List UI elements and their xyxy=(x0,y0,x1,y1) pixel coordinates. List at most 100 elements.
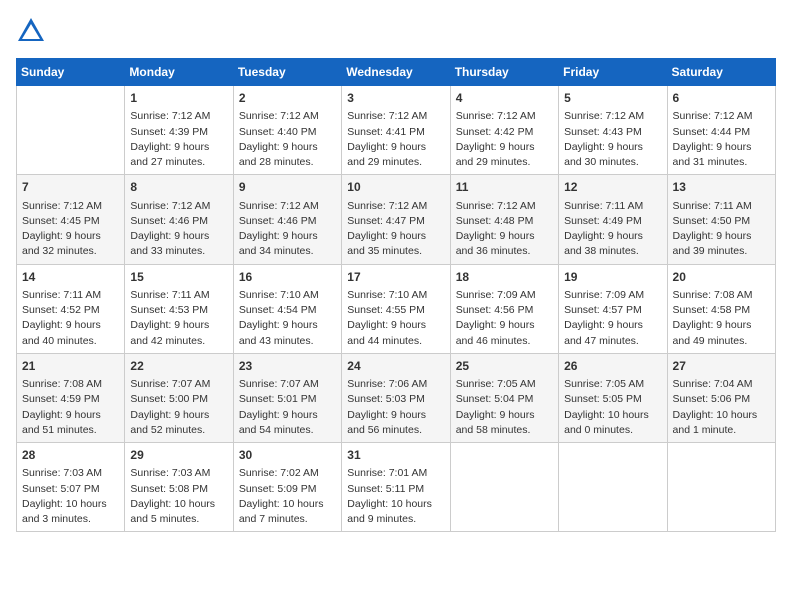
day-detail-line: Daylight: 9 hours xyxy=(239,229,336,244)
day-detail-line: Sunrise: 7:12 AM xyxy=(564,109,661,124)
day-detail-line: Sunrise: 7:04 AM xyxy=(673,377,770,392)
calendar-cell: 18Sunrise: 7:09 AMSunset: 4:56 PMDayligh… xyxy=(450,264,558,353)
day-detail-line: Sunrise: 7:11 AM xyxy=(130,288,227,303)
day-detail-line: Sunrise: 7:12 AM xyxy=(130,109,227,124)
day-detail-line: Sunset: 5:05 PM xyxy=(564,392,661,407)
calendar-week-row: 21 Sunrise: 7:08 AMSunset: 4:59 PM Dayligh… xyxy=(17,353,776,442)
calendar-cell: 5Sunrise: 7:12 AMSunset: 4:43 PMDaylight… xyxy=(559,86,667,175)
calendar-cell: 31Sunrise: 7:01 AMSunset: 5:11 PMDayligh… xyxy=(342,443,450,532)
day-detail-line: Sunset: 4:45 PM xyxy=(22,214,119,229)
calendar-cell: 29Sunrise: 7:03 AMSunset: 5:08 PMDayligh… xyxy=(125,443,233,532)
day-number: 27 xyxy=(673,358,770,375)
calendar-cell: 14Sunrise: 7:11 AMSunset: 4:52 PMDayligh… xyxy=(17,264,125,353)
day-detail-line: and 3 minutes. xyxy=(22,512,119,527)
day-detail-line: Sunrise: 7:05 AM xyxy=(456,377,553,392)
day-detail-line: Sunset: 4:59 PM xyxy=(22,392,119,407)
day-detail-line: and 33 minutes. xyxy=(130,244,227,259)
day-detail-line: and 42 minutes. xyxy=(130,334,227,349)
day-number: 23 xyxy=(239,358,336,375)
day-detail-line: and 28 minutes. xyxy=(239,155,336,170)
calendar-header-row: SundayMondayTuesdayWednesdayThursdayFrid… xyxy=(17,59,776,86)
day-number: 20 xyxy=(673,269,770,286)
day-number: 10 xyxy=(347,179,444,196)
day-number: 5 xyxy=(564,90,661,107)
day-detail-line: Sunset: 4:41 PM xyxy=(347,125,444,140)
day-detail-line: Sunrise: 7:12 AM xyxy=(22,199,119,214)
day-number: 12 xyxy=(564,179,661,196)
day-detail-line: Sunrise: 7:07 AM xyxy=(239,377,336,392)
day-detail-line: and 0 minutes. xyxy=(564,423,661,438)
calendar-week-row: 7Sunrise: 7:12 AMSunset: 4:45 PMDaylight… xyxy=(17,175,776,264)
calendar-cell xyxy=(450,443,558,532)
day-detail-line: and 1 minute. xyxy=(673,423,770,438)
day-detail-line: Sunset: 4:49 PM xyxy=(564,214,661,229)
day-detail-line: Daylight: 9 hours xyxy=(130,408,227,423)
day-number: 21 xyxy=(22,358,119,375)
day-detail-line: Sunrise: 7:12 AM xyxy=(347,109,444,124)
calendar-table: SundayMondayTuesdayWednesdayThursdayFrid… xyxy=(16,58,776,532)
day-number: 8 xyxy=(130,179,227,196)
day-number: 30 xyxy=(239,447,336,464)
calendar-cell: 4Sunrise: 7:12 AMSunset: 4:42 PMDaylight… xyxy=(450,86,558,175)
day-detail-line: and 27 minutes. xyxy=(130,155,227,170)
day-detail-line: Daylight: 10 hours xyxy=(239,497,336,512)
calendar-cell xyxy=(559,443,667,532)
day-detail-line: Sunset: 4:50 PM xyxy=(673,214,770,229)
day-detail-line: Daylight: 9 hours xyxy=(456,229,553,244)
calendar-cell: 3Sunrise: 7:12 AMSunset: 4:41 PMDaylight… xyxy=(342,86,450,175)
day-detail-line: and 56 minutes. xyxy=(347,423,444,438)
day-detail-line: Daylight: 9 hours xyxy=(673,318,770,333)
day-number: 11 xyxy=(456,179,553,196)
day-detail-line: Sunset: 4:46 PM xyxy=(130,214,227,229)
calendar-week-row: 1Sunrise: 7:12 AMSunset: 4:39 PMDaylight… xyxy=(17,86,776,175)
day-detail-line: Sunset: 4:56 PM xyxy=(456,303,553,318)
day-detail-line: Daylight: 9 hours xyxy=(564,140,661,155)
day-detail-line: Sunrise: 7:08 AM xyxy=(22,377,119,392)
calendar-cell: 10Sunrise: 7:12 AMSunset: 4:47 PMDayligh… xyxy=(342,175,450,264)
day-detail-line: Daylight: 9 hours xyxy=(239,408,336,423)
day-detail-line: Sunset: 4:42 PM xyxy=(456,125,553,140)
calendar-cell: 8Sunrise: 7:12 AMSunset: 4:46 PMDaylight… xyxy=(125,175,233,264)
day-detail-line: and 31 minutes. xyxy=(673,155,770,170)
day-detail-line: Daylight: 9 hours xyxy=(347,408,444,423)
calendar-cell: 21Sunrise: 7:08 AMSunset: 4:59 PMDayligh… xyxy=(17,353,125,442)
day-detail-line: Daylight: 9 hours xyxy=(673,140,770,155)
calendar-cell: 9Sunrise: 7:12 AMSunset: 4:46 PMDaylight… xyxy=(233,175,341,264)
day-detail-line: Sunrise: 7:09 AM xyxy=(456,288,553,303)
day-detail-line: and 43 minutes. xyxy=(239,334,336,349)
day-detail-line: Sunrise: 7:02 AM xyxy=(239,466,336,481)
day-detail-line: and 29 minutes. xyxy=(456,155,553,170)
calendar-header-tuesday: Tuesday xyxy=(233,59,341,86)
day-detail-line: and 29 minutes. xyxy=(347,155,444,170)
day-detail-line: Sunset: 5:03 PM xyxy=(347,392,444,407)
day-detail-line: Sunset: 5:06 PM xyxy=(673,392,770,407)
day-detail-line: and 5 minutes. xyxy=(130,512,227,527)
calendar-cell: 26Sunrise: 7:05 AMSunset: 5:05 PMDayligh… xyxy=(559,353,667,442)
day-detail-line: Sunrise: 7:06 AM xyxy=(347,377,444,392)
calendar-header-monday: Monday xyxy=(125,59,233,86)
day-detail-line: Daylight: 9 hours xyxy=(456,318,553,333)
day-detail-line: Daylight: 9 hours xyxy=(22,318,119,333)
day-detail-line: Daylight: 9 hours xyxy=(22,229,119,244)
calendar-cell xyxy=(17,86,125,175)
day-detail-line: Sunrise: 7:12 AM xyxy=(239,109,336,124)
calendar-cell: 17Sunrise: 7:10 AMSunset: 4:55 PMDayligh… xyxy=(342,264,450,353)
calendar-cell: 23Sunrise: 7:07 AMSunset: 5:01 PMDayligh… xyxy=(233,353,341,442)
day-detail-line: Sunset: 4:46 PM xyxy=(239,214,336,229)
calendar-header-friday: Friday xyxy=(559,59,667,86)
day-number: 24 xyxy=(347,358,444,375)
day-detail-line: Sunrise: 7:09 AM xyxy=(564,288,661,303)
day-detail-line: Daylight: 9 hours xyxy=(130,229,227,244)
day-number: 14 xyxy=(22,269,119,286)
calendar-cell: 28Sunrise: 7:03 AMSunset: 5:07 PMDayligh… xyxy=(17,443,125,532)
day-detail-line: Sunrise: 7:03 AM xyxy=(130,466,227,481)
day-detail-line: Sunset: 5:09 PM xyxy=(239,482,336,497)
day-detail-line: Sunset: 4:44 PM xyxy=(673,125,770,140)
day-detail-line: Sunrise: 7:01 AM xyxy=(347,466,444,481)
calendar-cell: 27Sunrise: 7:04 AMSunset: 5:06 PMDayligh… xyxy=(667,353,775,442)
day-detail-line: Sunrise: 7:10 AM xyxy=(347,288,444,303)
calendar-cell: 22Sunrise: 7:07 AMSunset: 5:00 PMDayligh… xyxy=(125,353,233,442)
day-number: 22 xyxy=(130,358,227,375)
logo xyxy=(16,16,50,46)
calendar-cell: 20Sunrise: 7:08 AMSunset: 4:58 PMDayligh… xyxy=(667,264,775,353)
